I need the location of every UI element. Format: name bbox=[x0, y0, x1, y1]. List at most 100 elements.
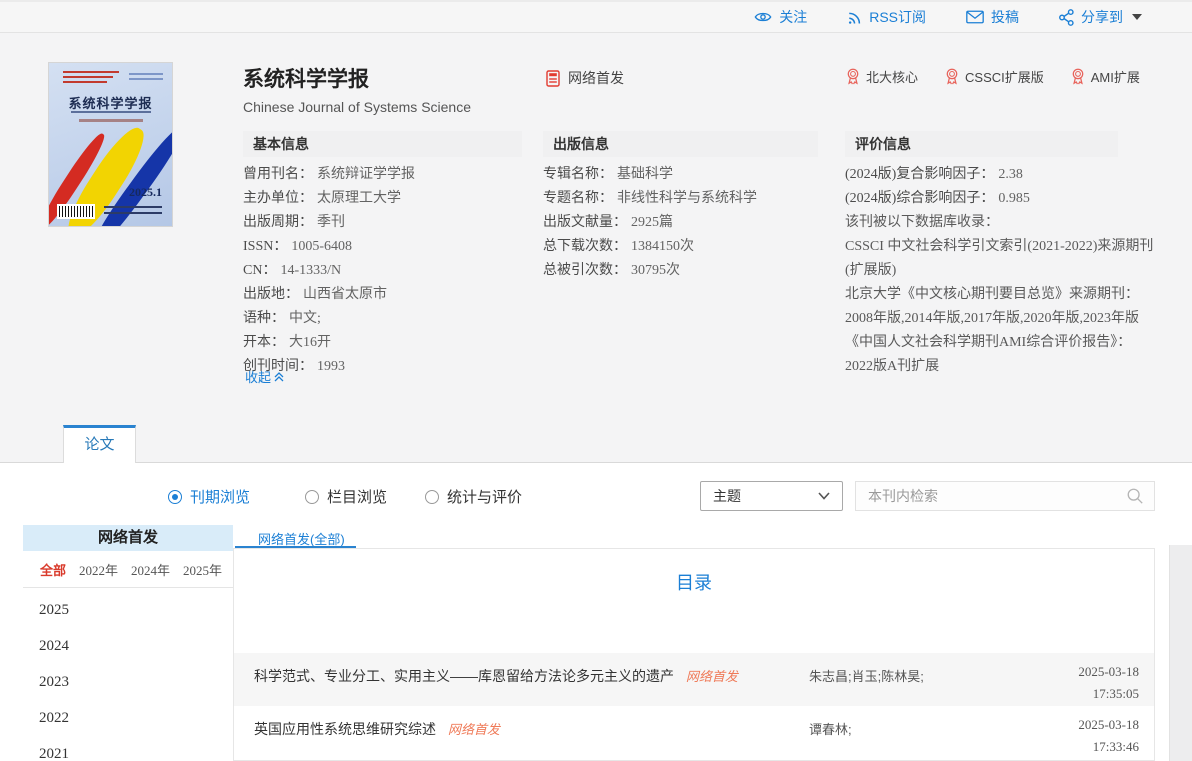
publish-info-rows: 专辑名称：基础科学 专题名称：非线性科学与系统科学 出版文献量：2925篇 总下… bbox=[543, 163, 818, 283]
follow-label: 关注 bbox=[779, 7, 807, 27]
article-authors: 朱志昌;肖玉;陈林昊; bbox=[809, 653, 994, 706]
rss-icon bbox=[847, 10, 862, 25]
badge-cssci[interactable]: CSSCI扩展版 bbox=[944, 67, 1044, 86]
journal-cover[interactable]: 系统科学学报 2025.1 bbox=[48, 62, 173, 227]
badge-list: 北大核心 CSSCI扩展版 AMI扩展 bbox=[845, 67, 1140, 86]
submit-button[interactable]: 投稿 bbox=[966, 7, 1019, 27]
caret-down-icon bbox=[1132, 14, 1142, 20]
cover-decor-line bbox=[129, 78, 163, 80]
badge-ami[interactable]: AMI扩展 bbox=[1070, 67, 1140, 86]
info-row: CN：14-1333/N bbox=[243, 259, 522, 283]
share-button[interactable]: 分享到 bbox=[1059, 7, 1142, 27]
year-item[interactable]: 2023 bbox=[23, 664, 233, 700]
online-first-tag: 网络首发 bbox=[686, 669, 738, 684]
article-title-cell: 英国应用性系统思维研究综述 网络首发 bbox=[234, 706, 809, 759]
info-line: (扩展版) bbox=[845, 259, 1118, 283]
info-row: 总下载次数：1384150次 bbox=[543, 235, 818, 259]
cover-decor-line bbox=[63, 81, 107, 83]
cover-subtitle-line bbox=[71, 111, 151, 113]
article-datetime: 2025-03-18 17:35:05 bbox=[994, 653, 1154, 706]
sidebar-filter-row: 全部 2022年 2024年 2025年 bbox=[23, 551, 233, 588]
sidebar-header: 网络首发 bbox=[23, 525, 233, 551]
cover-decor-line bbox=[63, 71, 119, 73]
filter-2024[interactable]: 2024年 bbox=[131, 560, 170, 579]
article-authors: 谭春林; bbox=[809, 706, 994, 759]
filter-2025[interactable]: 2025年 bbox=[183, 560, 222, 579]
cover-issueline bbox=[79, 119, 143, 122]
browse-option-label: 栏目浏览 bbox=[327, 486, 387, 507]
article-list-panel: 目录 科学范式、专业分工、实用主义——库恩留给方法论多元主义的遗产 网络首发 朱… bbox=[233, 548, 1155, 761]
collapse-label: 收起 bbox=[245, 367, 271, 386]
search-icon[interactable] bbox=[1126, 487, 1144, 505]
info-row: 曾用刊名：系统辩证学学报 bbox=[243, 163, 522, 187]
browse-option-label: 刊期浏览 bbox=[190, 486, 250, 507]
info-row: 出版地：山西省太原市 bbox=[243, 283, 522, 307]
article-title-link[interactable]: 科学范式、专业分工、实用主义——库恩留给方法论多元主义的遗产 bbox=[254, 668, 674, 684]
filter-all[interactable]: 全部 bbox=[40, 560, 66, 579]
journal-search bbox=[855, 481, 1155, 511]
content-scrollbar[interactable] bbox=[1169, 545, 1192, 761]
eval-info-section: 评价信息 (2024版)复合影响因子：2.38 (2024版)综合影响因子：0.… bbox=[845, 131, 1118, 379]
info-line: 2022版A刊扩展 bbox=[845, 355, 1118, 379]
info-row: 出版周期：季刊 bbox=[243, 211, 522, 235]
article-row: 英国应用性系统思维研究综述 网络首发 谭春林; 2025-03-18 17:33… bbox=[234, 706, 1154, 759]
cover-issue: 2025.1 bbox=[129, 185, 162, 200]
rss-label: RSS订阅 bbox=[869, 7, 926, 27]
submit-label: 投稿 bbox=[991, 7, 1019, 27]
info-row: 出版文献量：2925篇 bbox=[543, 211, 818, 235]
online-first-link[interactable]: 网络首发 bbox=[546, 68, 624, 88]
info-line: 该刊被以下数据库收录： bbox=[845, 211, 1118, 235]
eye-icon bbox=[754, 10, 772, 24]
cover-title: 系统科学学报 bbox=[49, 93, 172, 112]
article-title-cell: 科学范式、专业分工、实用主义——库恩留给方法论多元主义的遗产 网络首发 bbox=[234, 653, 809, 706]
badge-beida-core[interactable]: 北大核心 bbox=[845, 67, 918, 86]
search-input[interactable] bbox=[856, 488, 1126, 504]
filter-2022[interactable]: 2022年 bbox=[79, 560, 118, 579]
info-row: (2024版)综合影响因子：0.985 bbox=[845, 187, 1118, 211]
cover-footer-line bbox=[104, 206, 162, 208]
sidebar-year-list: 2025 2024 2023 2022 2021 bbox=[23, 592, 233, 761]
share-icon bbox=[1059, 9, 1074, 26]
info-line: 北京大学《中文核心期刊要目总览》来源期刊： bbox=[845, 283, 1118, 307]
top-toolbar: 关注 RSS订阅 投稿 分享到 bbox=[0, 0, 1192, 33]
year-item[interactable]: 2024 bbox=[23, 628, 233, 664]
cover-barcode bbox=[57, 204, 95, 219]
envelope-icon bbox=[966, 10, 984, 24]
article-time: 17:35:05 bbox=[994, 683, 1139, 705]
info-row: 总被引次数：30795次 bbox=[543, 259, 818, 283]
online-first-tag: 网络首发 bbox=[448, 722, 500, 737]
browse-option-column[interactable]: 栏目浏览 bbox=[305, 486, 387, 507]
article-row: 科学范式、专业分工、实用主义——库恩留给方法论多元主义的遗产 网络首发 朱志昌;… bbox=[234, 653, 1154, 706]
search-field-select[interactable]: 主题 bbox=[700, 481, 843, 511]
browse-option-issue[interactable]: 刊期浏览 bbox=[168, 486, 250, 507]
cover-decor-line bbox=[129, 73, 163, 75]
article-date: 2025-03-18 bbox=[994, 714, 1139, 736]
chevron-double-up-icon bbox=[274, 372, 284, 382]
badge-label: AMI扩展 bbox=[1091, 67, 1140, 86]
year-item[interactable]: 2022 bbox=[23, 700, 233, 736]
follow-button[interactable]: 关注 bbox=[754, 7, 807, 27]
info-line: 《中国人文社会科学期刊AMI综合评价报告》： bbox=[845, 331, 1118, 355]
article-time: 17:33:46 bbox=[994, 736, 1139, 758]
page: 关注 RSS订阅 投稿 分享到 bbox=[0, 0, 1192, 761]
info-row: 语种：中文; bbox=[243, 307, 522, 331]
article-title-link[interactable]: 英国应用性系统思维研究综述 bbox=[254, 721, 436, 737]
basic-info-section: 基本信息 曾用刊名：系统辩证学学报 主办单位：太原理工大学 出版周期：季刊 IS… bbox=[243, 131, 522, 379]
medal-icon bbox=[944, 68, 960, 85]
year-item[interactable]: 2025 bbox=[23, 592, 233, 628]
journal-title-en: Chinese Journal of Systems Science bbox=[243, 99, 471, 115]
radio-icon bbox=[305, 490, 319, 504]
publish-info-section: 出版信息 专辑名称：基础科学 专题名称：非线性科学与系统科学 出版文献量：292… bbox=[543, 131, 818, 283]
document-icon bbox=[546, 70, 560, 87]
eval-info-header: 评价信息 bbox=[845, 131, 1118, 157]
browse-option-stats[interactable]: 统计与评价 bbox=[425, 486, 522, 507]
basic-info-header: 基本信息 bbox=[243, 131, 522, 157]
chevron-down-icon bbox=[818, 492, 830, 500]
medal-icon bbox=[845, 68, 861, 85]
badge-label: 北大核心 bbox=[866, 67, 918, 86]
collapse-link[interactable]: 收起 bbox=[245, 367, 284, 386]
info-line: CSSCI 中文社会科学引文索引(2021-2022)来源期刊 bbox=[845, 235, 1118, 259]
rss-button[interactable]: RSS订阅 bbox=[847, 7, 926, 27]
tab-papers[interactable]: 论文 bbox=[63, 425, 136, 463]
year-item[interactable]: 2021 bbox=[23, 736, 233, 761]
